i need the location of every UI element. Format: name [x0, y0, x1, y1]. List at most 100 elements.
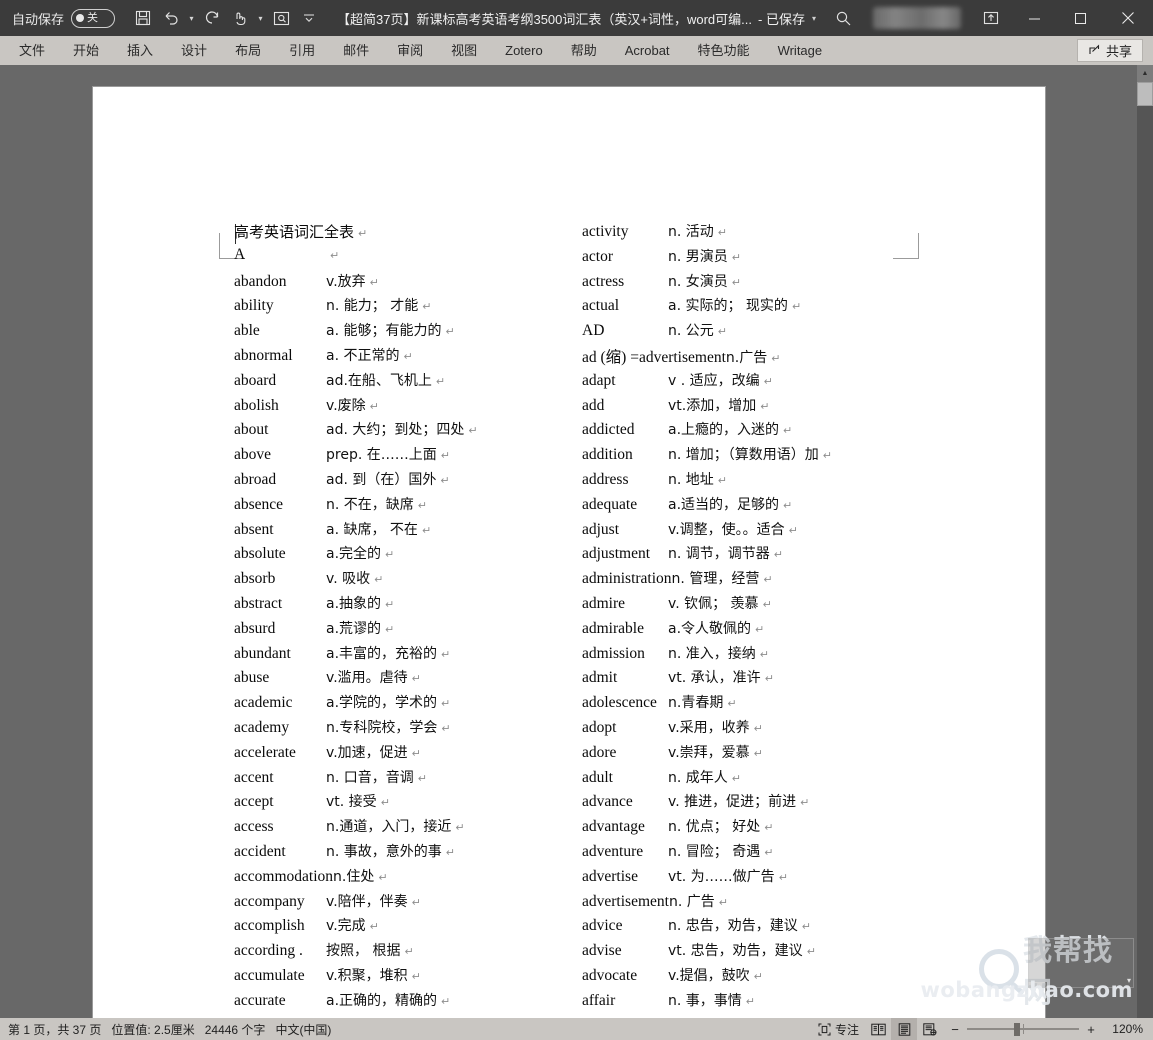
autosave-control[interactable]: 自动保存 关	[12, 8, 116, 28]
autosave-label: 自动保存	[12, 11, 65, 27]
undo-dropdown-icon[interactable]: ▾	[185, 5, 198, 31]
minimize-button[interactable]	[1011, 0, 1057, 36]
tab-acrobat[interactable]: Acrobat	[614, 40, 681, 61]
paragraph-mark-icon: ↵	[788, 523, 798, 537]
vocabulary-word: aboard	[234, 371, 277, 389]
tab-features[interactable]: 特色功能	[687, 40, 761, 61]
vocabulary-line: accelerate v.加速，促进 ↵	[234, 742, 564, 767]
page-indicator[interactable]: 第 1 页，共 37 页	[8, 1021, 101, 1038]
tab-design[interactable]: 设计	[170, 40, 218, 61]
vocabulary-line: accommodation n.住处 ↵	[234, 866, 564, 891]
paragraph-mark-icon: ↵	[403, 349, 413, 363]
touch-mode-icon[interactable]	[226, 5, 254, 31]
touch-mode-dropdown-icon[interactable]: ▾	[254, 5, 267, 31]
web-layout-icon[interactable]	[917, 1018, 943, 1040]
autosave-toggle[interactable]: 关	[71, 8, 116, 28]
vocabulary-definition: n. 口音，音调	[326, 769, 414, 786]
zoom-in-button[interactable]: +	[1085, 1022, 1097, 1037]
vocabulary-word: abuse	[234, 669, 270, 687]
share-button[interactable]: 共享	[1076, 39, 1143, 62]
vocabulary-line: accomplish v.完成 ↵	[234, 915, 564, 940]
vocabulary-word: access	[234, 818, 274, 836]
paragraph-mark-icon: ↵	[441, 647, 451, 661]
search-icon[interactable]	[823, 0, 863, 36]
ribbon-tab-strip: 文件 开始 插入 设计 布局 引用 邮件 审阅 视图 Zotero 帮助 Acr…	[0, 36, 1153, 65]
vocabulary-word: admit	[582, 669, 618, 687]
zoom-percent-label[interactable]: 120%	[1103, 1022, 1143, 1036]
tab-file[interactable]: 文件	[8, 40, 56, 61]
paragraph-mark-icon: ↵	[440, 449, 450, 463]
vocabulary-line: adapt v . 适应，改编 ↵	[582, 370, 1002, 395]
read-mode-icon[interactable]	[865, 1018, 891, 1040]
zoom-slider[interactable]: − +	[949, 1022, 1097, 1037]
vocabulary-word: ad (缩) =advertisement	[582, 348, 726, 366]
paragraph-mark-icon: ↵	[411, 672, 421, 686]
word-count[interactable]: 24446 个字	[205, 1021, 266, 1038]
share-icon	[1089, 44, 1100, 54]
scroll-up-arrow-icon[interactable]: ▲	[1137, 65, 1153, 82]
vocabulary-definition: v . 适应，改编	[668, 372, 760, 389]
tab-references[interactable]: 引用	[278, 40, 326, 61]
vocabulary-word: accommodation	[234, 867, 333, 885]
maximize-button[interactable]	[1057, 0, 1103, 36]
paragraph-mark-icon: ↵	[764, 845, 774, 859]
tab-mailings[interactable]: 邮件	[332, 40, 380, 61]
tab-insert[interactable]: 插入	[116, 40, 164, 61]
vocabulary-line: adore v.崇拜，爱慕 ↵	[582, 742, 1002, 767]
vocabulary-word: affair	[582, 991, 616, 1009]
focus-mode-button[interactable]: 专注	[812, 1018, 865, 1040]
paragraph-mark-icon: ↵	[778, 870, 788, 884]
vocabulary-line: adolescence n.青春期 ↵	[582, 692, 1002, 717]
position-indicator[interactable]: 位置值: 2.5厘米	[111, 1021, 194, 1038]
vocabulary-definition: vt. 忠告，劝告，建议	[668, 943, 803, 960]
tab-layout[interactable]: 布局	[224, 40, 272, 61]
watermark-caret-icon: ▾	[1126, 976, 1131, 985]
vocabulary-line: adjustment n. 调节，调节器 ↵	[582, 543, 1002, 568]
vocabulary-line: absent a. 缺席， 不在 ↵	[234, 519, 564, 544]
vocabulary-word: actual	[582, 297, 620, 315]
vocabulary-line: access n.通道，入门，接近 ↵	[234, 816, 564, 841]
tab-view[interactable]: 视图	[440, 40, 488, 61]
customize-qat-icon[interactable]	[295, 5, 323, 31]
vocabulary-word: academy	[234, 718, 290, 736]
tab-review[interactable]: 审阅	[386, 40, 434, 61]
save-icon[interactable]	[129, 5, 157, 31]
document-title: 【超简37页】新课标高考英语考纲3500词汇表（英汉+词性，word可编...	[337, 11, 753, 27]
scrollbar-thumb[interactable]	[1137, 82, 1153, 106]
account-avatar[interactable]	[873, 7, 961, 29]
vocabulary-line: admit vt. 承认，准许 ↵	[582, 667, 1002, 692]
vocabulary-word: accomplish	[234, 917, 305, 935]
vocabulary-definition: vt. 承认，准许	[668, 670, 761, 687]
vocabulary-definition: v. 推进，促进；前进	[668, 794, 797, 811]
document-canvas[interactable]: 高考英语词汇全表 ↵ A ↵ abandon v.放弃 ↵ ability n. 能力； 才能 ↵…	[0, 65, 1137, 1018]
paragraph-mark-icon: ↵	[727, 697, 737, 711]
tab-help[interactable]: 帮助	[560, 40, 608, 61]
document-page[interactable]: 高考英语词汇全表 ↵ A ↵ abandon v.放弃 ↵ ability n. 能力； 才能 ↵…	[93, 87, 1045, 1018]
redo-icon[interactable]	[198, 5, 226, 31]
vertical-scrollbar[interactable]: ▲	[1137, 65, 1153, 1018]
close-button[interactable]	[1103, 0, 1153, 36]
vocabulary-definition: n. 男演员	[668, 248, 728, 265]
ribbon-display-options-icon[interactable]	[971, 0, 1011, 36]
vocabulary-word: ability	[234, 297, 274, 315]
paragraph-mark-icon: ↵	[445, 325, 455, 339]
vocabulary-line: actress n. 女演员 ↵	[582, 271, 1002, 296]
paragraph-mark-icon: ↵	[755, 622, 765, 636]
zoom-slider-handle[interactable]	[1014, 1023, 1020, 1036]
vocabulary-definition: vt. 为……做广告	[668, 868, 775, 885]
undo-icon[interactable]	[157, 5, 185, 31]
language-indicator[interactable]: 中文(中国)	[275, 1021, 331, 1038]
tab-home[interactable]: 开始	[62, 40, 110, 61]
vocabulary-line: above prep. 在……上面 ↵	[234, 444, 564, 469]
vocabulary-line: adjust v.调整，使。。适合 ↵	[582, 519, 1002, 544]
zoom-track[interactable]	[967, 1023, 1079, 1036]
zoom-out-button[interactable]: −	[949, 1022, 961, 1037]
print-layout-icon[interactable]	[891, 1018, 917, 1040]
vocabulary-word: according .	[234, 942, 303, 960]
tab-zotero[interactable]: Zotero	[494, 40, 554, 61]
title-dropdown-icon[interactable]: ▾	[812, 14, 816, 23]
print-preview-icon[interactable]	[267, 5, 295, 31]
vocabulary-definition: n. 调节，调节器	[668, 546, 770, 563]
tab-writage[interactable]: Writage	[767, 40, 834, 61]
paragraph-mark-icon: ↵	[822, 449, 832, 463]
